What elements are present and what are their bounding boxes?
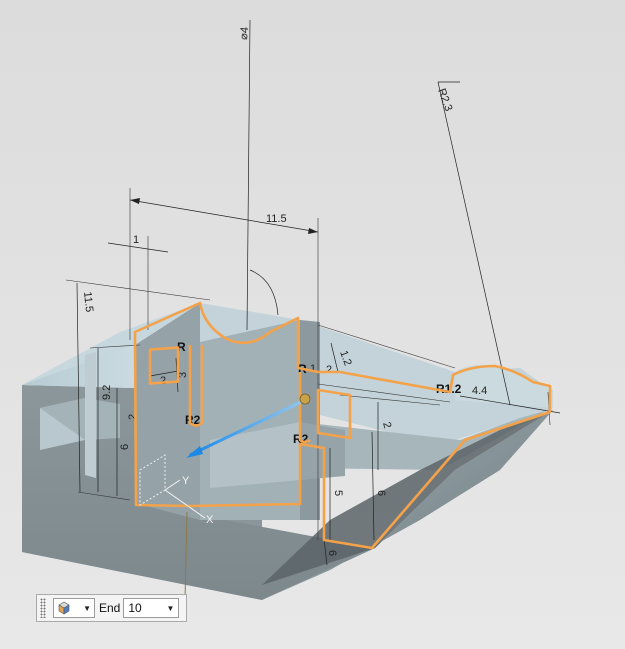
dim-right-6-lower: 6 [326, 550, 338, 556]
dim-height-inner: 9.2 [101, 385, 113, 400]
dim-r-mid-small: 1 [310, 363, 316, 375]
chevron-down-icon: ▼ [83, 603, 91, 613]
limit-type-dropdown[interactable]: ▼ [53, 598, 95, 618]
dim-right-5: 5 [332, 490, 344, 496]
dim-mid-2: 2 [326, 364, 332, 376]
dim-left-2: 2 [127, 414, 139, 420]
drag-handle[interactable] [299, 393, 311, 405]
cube-icon [58, 601, 70, 615]
dim-thickness: 1 [133, 234, 139, 246]
dim-left-6: 6 [119, 444, 131, 450]
axis-y-label: Y [182, 475, 190, 487]
end-label: End [99, 601, 121, 615]
dim-length-top: 11.5 [266, 213, 287, 225]
dim-pocket-w: 2 [160, 375, 166, 387]
dim-right-4-4: 4.4 [472, 385, 487, 397]
dim-height-left: 11.5 [81, 291, 95, 313]
toolbar-grip-handle[interactable] [40, 598, 46, 618]
dim-right-6: 6 [375, 490, 387, 496]
chevron-down-icon: ▼ [166, 603, 175, 613]
dim-radius-large: R2.3 [435, 87, 454, 113]
axis-x-label: X [206, 514, 214, 526]
extrude-limit-toolbar: ▼ End 10 ▼ [36, 594, 187, 622]
graphics-viewport[interactable]: ⌀4 R2.3 11.5 1 11.5 9.2 6 2 2 3 R R2 R 1… [0, 0, 625, 649]
dim-diameter: ⌀4 [238, 27, 251, 41]
end-value-dropdown[interactable]: 10 ▼ [123, 598, 180, 618]
end-value[interactable]: 10 [128, 601, 141, 615]
